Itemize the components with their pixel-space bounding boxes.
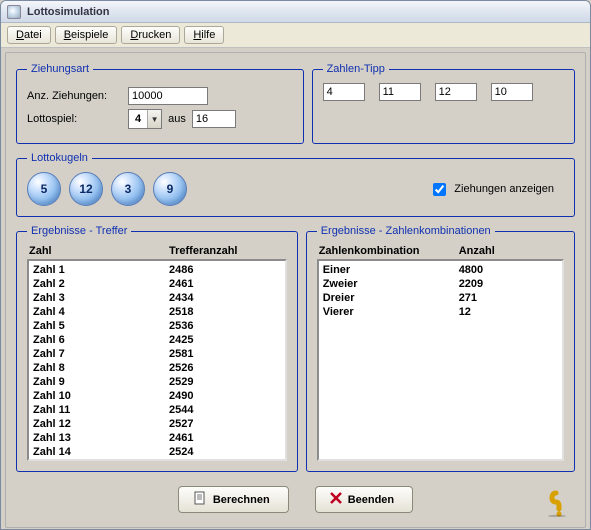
table-row[interactable]: Zahl 122527 [33,417,281,431]
tipp-input-2[interactable] [379,83,421,101]
table-row[interactable]: Zweier2209 [323,277,558,291]
legend-ziehungsart: Ziehungsart [27,63,93,75]
group-ergebnisse-kombi: Ergebnisse - Zahlenkombinationen Zahlenk… [306,225,575,472]
group-lottokugeln: Lottokugeln 5 12 3 9 Ziehungen anzeigen [16,152,575,217]
help-icon[interactable] [543,489,569,517]
kombi-listbox[interactable]: Einer4800Zweier2209Dreier271Vierer12 [317,259,564,461]
menu-datei[interactable]: DDateiatei [7,26,51,44]
window-title: Lottosimulation [27,6,110,18]
menu-drucken[interactable]: DruckenDrucken [121,26,180,44]
legend-lottokugeln: Lottokugeln [27,152,92,164]
document-icon [193,491,207,508]
input-aus[interactable] [192,110,236,128]
table-row[interactable]: Zahl 42518 [33,305,281,319]
table-row[interactable]: Einer4800 [323,263,558,277]
group-ergebnisse-treffer: Ergebnisse - Treffer Zahl Trefferanzahl … [16,225,298,472]
table-row[interactable]: Zahl 82526 [33,361,281,375]
label-lottospiel: Lottospiel: [27,113,122,125]
close-icon [330,492,342,507]
tipp-input-1[interactable] [323,83,365,101]
ball-1: 5 [27,172,61,206]
content-area: Ziehungsart Anz. Ziehungen: Lottospiel: … [5,52,586,528]
table-row[interactable]: Zahl 22461 [33,277,281,291]
ball-3: 3 [111,172,145,206]
tipp-input-3[interactable] [435,83,477,101]
button-bar: Berechnen Beenden [16,476,575,519]
group-zahlen-tipp: Zahlen-Tipp [312,63,575,144]
table-row[interactable]: Dreier271 [323,291,558,305]
table-row[interactable]: Zahl 12486 [33,263,281,277]
balls-container: 5 12 3 9 [27,172,187,206]
kombi-col-name: Zahlenkombination [319,245,459,257]
tipp-input-4[interactable] [491,83,533,101]
berechnen-button[interactable]: Berechnen [178,486,289,513]
menu-beispiele[interactable]: BeispieleBeispiele [55,26,118,44]
app-icon [7,5,21,19]
treffer-listbox[interactable]: Zahl 12486Zahl 22461Zahl 32434Zahl 42518… [27,259,287,461]
table-row[interactable]: Zahl 132461 [33,431,281,445]
legend-ergebnisse-treffer: Ergebnisse - Treffer [27,225,131,237]
treffer-col-zahl: Zahl [29,245,169,257]
legend-ergebnisse-kombi: Ergebnisse - Zahlenkombinationen [317,225,495,237]
checkbox-ziehungen-anzeigen[interactable]: Ziehungen anzeigen [429,180,554,199]
treffer-header: Zahl Trefferanzahl [27,245,287,257]
table-row[interactable]: Zahl 112544 [33,403,281,417]
berechnen-label: Berechnen [213,494,270,506]
legend-zahlen-tipp: Zahlen-Tipp [323,63,389,75]
ball-2: 12 [69,172,103,206]
kombi-header: Zahlenkombination Anzahl [317,245,564,257]
table-row[interactable]: Zahl 32434 [33,291,281,305]
label-anz-ziehungen: Anz. Ziehungen: [27,90,122,102]
beenden-label: Beenden [348,494,394,506]
treffer-col-anzahl: Trefferanzahl [169,245,285,257]
spinner-pick[interactable]: 4 ▼ [128,109,162,129]
input-anz-ziehungen[interactable] [128,87,208,105]
beenden-button[interactable]: Beenden [315,486,413,513]
spinner-pick-value: 4 [129,113,147,125]
table-row[interactable]: Zahl 52536 [33,319,281,333]
group-ziehungsart: Ziehungsart Anz. Ziehungen: Lottospiel: … [16,63,304,144]
chevron-down-icon[interactable]: ▼ [147,110,161,128]
table-row[interactable]: Zahl 102490 [33,389,281,403]
table-row[interactable]: Zahl 62425 [33,333,281,347]
menu-hilfe[interactable]: HilfeHilfe [184,26,224,44]
table-row[interactable]: Zahl 142524 [33,445,281,459]
ball-4: 9 [153,172,187,206]
titlebar: Lottosimulation [1,1,590,23]
table-row[interactable]: Vierer12 [323,305,558,319]
checkbox-ziehungen-anzeigen-label: Ziehungen anzeigen [454,183,554,195]
kombi-col-anzahl: Anzahl [459,245,562,257]
label-aus: aus [168,113,186,125]
checkbox-ziehungen-anzeigen-input[interactable] [433,183,446,196]
table-row[interactable]: Zahl 92529 [33,375,281,389]
menubar: DDateiatei BeispieleBeispiele DruckenDru… [1,23,590,48]
table-row[interactable]: Zahl 72581 [33,347,281,361]
